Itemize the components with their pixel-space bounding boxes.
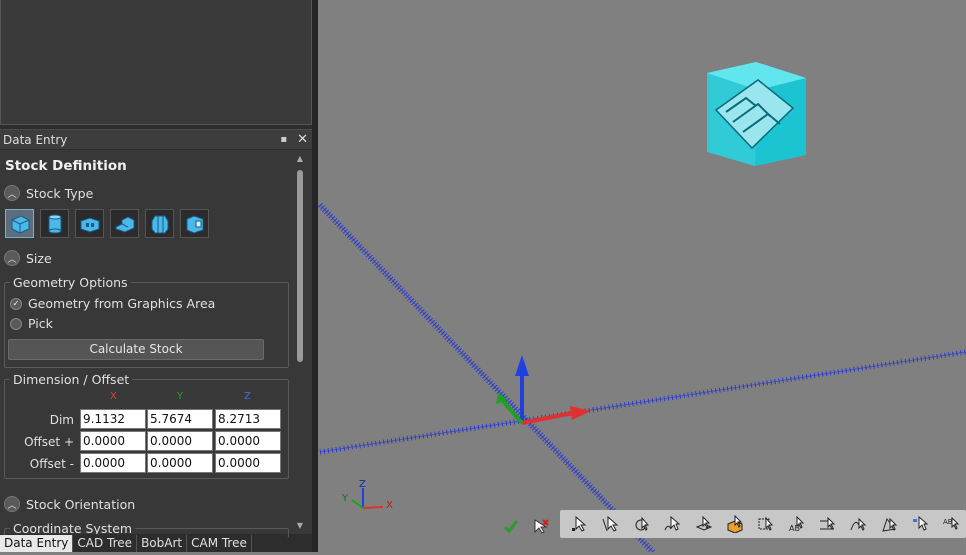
scroll-thumb[interactable] [297,170,303,362]
stock-type-buttons [5,209,209,238]
scene-graphics [317,62,966,555]
view-triad-x: X [386,500,393,511]
accept-icon[interactable] [500,515,522,537]
file-stock-button[interactable] [180,209,209,238]
select-arc-icon[interactable] [628,512,655,536]
scroll-down-icon[interactable]: ▼ [296,521,304,530]
select-feature-icon[interactable]: AB [939,512,966,536]
data-entry-header-title: Data Entry [3,132,68,147]
step-stock-button[interactable] [110,209,139,238]
section-stock-type[interactable]: ︿ Stock Type [4,185,93,201]
collapse-icon[interactable]: ︿ [4,185,20,201]
section-stock-orientation[interactable]: ︿ Stock Orientation [4,496,135,512]
origin-triad [496,355,591,425]
offset-minus-y-field[interactable]: 0.0000 [147,453,213,473]
cylinder-stock-icon [48,214,61,233]
row-label-offset-plus: Offset + [24,435,74,449]
step-stock-icon [115,215,134,233]
select-point-icon[interactable] [566,512,593,536]
view-triad-y: Y [342,493,349,504]
offset-plus-z-field[interactable]: 0.0000 [215,431,281,451]
hex-stock-button[interactable] [145,209,174,238]
selection-toolbar: AB AB [560,510,966,538]
select-all-icon[interactable] [908,512,935,536]
select-polygon-icon[interactable] [877,512,904,536]
hex-stock-icon [151,215,168,233]
extrude-stock-icon [80,216,99,233]
view-triad-z: Z [359,479,366,490]
select-line-icon[interactable] [597,512,624,536]
select-text-icon[interactable]: AB [784,512,811,536]
close-icon[interactable]: ✕ [297,132,308,147]
data-entry-header: Data Entry ▪ ✕ [0,129,312,149]
pin-icon[interactable]: ▪ [280,134,287,145]
offset-minus-x-field[interactable]: 0.0000 [80,453,146,473]
cancel-selection-icon[interactable] [530,515,552,537]
select-spline-icon[interactable] [846,512,873,536]
dimension-offset-legend: Dimension / Offset [10,372,133,387]
row-label-offset-minus: Offset - [29,457,74,471]
file-stock-icon [186,214,203,234]
box-stock-button[interactable] [5,209,34,238]
radio-checked-icon[interactable]: ✓ [10,297,22,310]
grid-axis-horizontal [319,349,966,455]
section-stock-type-label: Stock Type [26,185,94,201]
tab-cam-tree[interactable]: CAM Tree [187,535,252,552]
cad-tree-pane[interactable] [0,0,312,125]
geometry-options-legend: Geometry Options [10,275,131,290]
collapse-icon[interactable]: ︿ [4,250,20,266]
dim-x-field[interactable]: 9.1132 [80,409,146,429]
radio-unchecked-icon[interactable] [10,317,22,330]
radio-geometry-from-graphics[interactable]: ✓ Geometry from Graphics Area [10,296,215,311]
view-triad-icon [351,488,384,509]
coordinate-system-legend: Coordinate System [10,521,136,534]
panel-tabs: Data Entry CAD Tree BobArt CAM Tree [0,535,252,552]
row-label-dim: Dim [49,413,74,427]
box-stock-icon [11,214,29,234]
dim-y-field[interactable]: 5.7674 [147,409,213,429]
collapse-icon[interactable]: ︿ [4,496,20,512]
select-window-icon[interactable] [752,512,779,536]
select-surface-icon[interactable] [690,512,717,536]
cylinder-stock-button[interactable] [40,209,69,238]
extrude-stock-button[interactable] [75,209,104,238]
stock-cube [707,62,806,166]
section-stock-orientation-label: Stock Orientation [26,496,136,512]
radio-pick-label: Pick [28,316,53,331]
svg-text:AB: AB [943,518,953,526]
column-x-header: X [110,391,117,402]
page-title: Stock Definition [5,158,127,174]
offset-plus-x-field[interactable]: 0.0000 [80,431,146,451]
graphics-viewport[interactable]: Z X Y [317,0,966,555]
radio-pick[interactable]: Pick [10,316,53,331]
vertical-scrollbar[interactable]: ▲ ▼ [294,152,306,530]
radio-geometry-label: Geometry from Graphics Area [28,296,216,311]
tab-data-entry[interactable]: Data Entry [0,535,74,552]
calculate-stock-button[interactable]: Calculate Stock [8,339,264,360]
section-size-label: Size [26,250,52,266]
column-y-header: Y [177,391,184,402]
section-size[interactable]: ︿ Size [4,250,52,266]
tab-bobart[interactable]: BobArt [137,535,188,552]
select-curve-icon[interactable] [659,512,686,536]
tab-cad-tree[interactable]: CAD Tree [73,535,138,552]
left-panel: Data Entry ▪ ✕ ▲ ▼ Stock Definition ︿ St… [0,0,318,552]
offset-minus-z-field[interactable]: 0.0000 [215,453,281,473]
select-solid-icon[interactable] [721,512,748,536]
column-z-header: Z [244,391,251,402]
grid-axis-diagonal [317,202,656,555]
scroll-up-icon[interactable]: ▲ [296,154,304,163]
offset-plus-y-field[interactable]: 0.0000 [147,431,213,451]
dim-z-field[interactable]: 8.2713 [215,409,281,429]
select-dimension-icon[interactable] [815,512,842,536]
